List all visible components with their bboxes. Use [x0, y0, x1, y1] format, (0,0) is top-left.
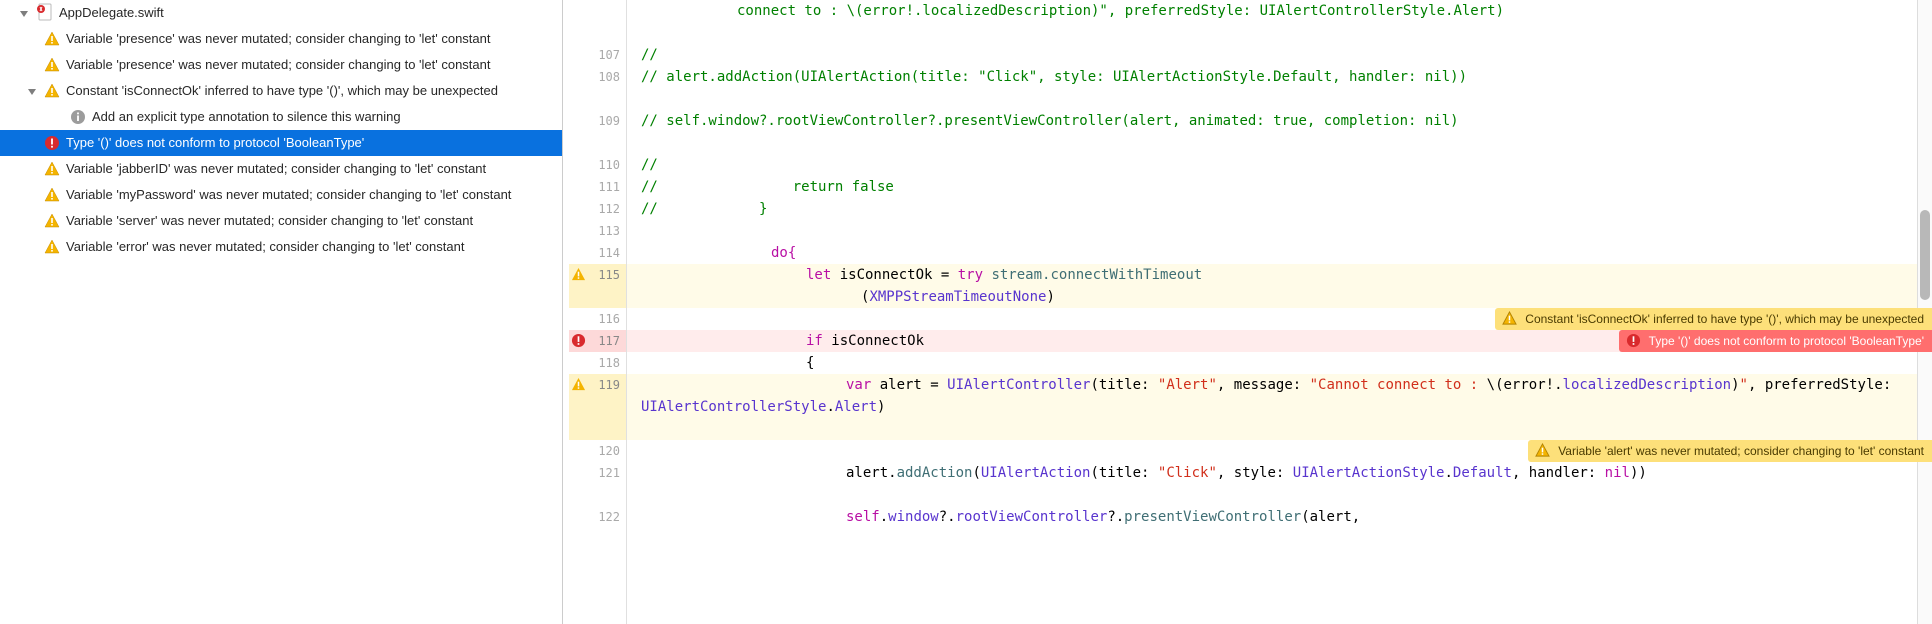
issue-text: Variable 'presence' was never mutated; c… — [66, 29, 562, 49]
error-icon — [1626, 333, 1641, 348]
issue-row-warning[interactable]: Constant 'isConnectOk' inferred to have … — [0, 78, 562, 104]
warning-icon — [44, 57, 60, 73]
issue-text: Variable 'jabberID' was never mutated; c… — [66, 159, 562, 179]
error-icon — [44, 135, 60, 151]
line-number: 121 — [569, 462, 626, 506]
issue-text: Type '()' does not conform to protocol '… — [66, 133, 562, 153]
inline-warning-banner[interactable]: Constant 'isConnectOk' inferred to have … — [1495, 308, 1932, 330]
issue-row-info[interactable]: Add an explicit type annotation to silen… — [0, 104, 562, 130]
issue-text: Variable 'presence' was never mutated; c… — [66, 55, 562, 75]
line-number: 120 — [569, 440, 626, 462]
disclosure-triangle-icon[interactable] — [26, 84, 40, 98]
warning-icon — [44, 239, 60, 255]
issue-row-warning[interactable]: Variable 'presence' was never mutated; c… — [0, 52, 562, 78]
issue-row-error[interactable]: Type '()' does not conform to protocol '… — [0, 130, 562, 156]
warning-icon — [1535, 443, 1550, 458]
line-number: 108 — [569, 66, 626, 110]
inline-issue-text: Variable 'alert' was never mutated; cons… — [1558, 440, 1924, 462]
warning-icon — [44, 161, 60, 177]
file-name: AppDelegate.swift — [59, 3, 562, 23]
swift-file-error-icon — [36, 3, 54, 21]
issue-text: Variable 'myPassword' was never mutated;… — [66, 185, 562, 205]
scrollbar-thumb[interactable] — [1920, 210, 1930, 300]
line-number: 107 — [569, 44, 626, 66]
file-row[interactable]: AppDelegate.swift — [0, 0, 562, 26]
line-number: 115 — [569, 264, 626, 308]
inline-error-banner[interactable]: Type '()' does not conform to protocol '… — [1619, 330, 1932, 352]
line-number: 119 — [569, 374, 626, 440]
inline-issue-text: Type '()' does not conform to protocol '… — [1649, 330, 1924, 352]
issue-text: Variable 'error' was never mutated; cons… — [66, 237, 562, 257]
inline-warning-banner[interactable]: Variable 'alert' was never mutated; cons… — [1528, 440, 1932, 462]
inline-issue-text: Constant 'isConnectOk' inferred to have … — [1525, 308, 1924, 330]
warning-icon — [44, 213, 60, 229]
line-number-gutter[interactable]: 107 108 109 110 111 112 113 114 115 116 … — [569, 0, 627, 624]
line-number: 110 — [569, 154, 626, 176]
warning-icon — [571, 267, 586, 282]
line-number: 109 — [569, 110, 626, 154]
warning-icon — [1502, 311, 1517, 326]
disclosure-triangle-icon[interactable] — [18, 6, 32, 20]
issue-text: Variable 'server' was never mutated; con… — [66, 211, 562, 231]
line-number: 122 — [569, 506, 626, 528]
issue-row-warning[interactable]: Variable 'myPassword' was never mutated;… — [0, 182, 562, 208]
warning-icon — [44, 31, 60, 47]
issue-text: Constant 'isConnectOk' inferred to have … — [66, 81, 562, 101]
issue-row-warning[interactable]: Variable 'jabberID' was never mutated; c… — [0, 156, 562, 182]
error-icon — [571, 333, 586, 348]
line-number: 112 — [569, 198, 626, 220]
issue-row-warning[interactable]: Variable 'error' was never mutated; cons… — [0, 234, 562, 260]
line-number: 118 — [569, 352, 626, 374]
line-number: 116 — [569, 308, 626, 330]
info-icon — [70, 109, 86, 125]
issue-text: Add an explicit type annotation to silen… — [92, 107, 562, 127]
line-number: 111 — [569, 176, 626, 198]
issue-row-warning[interactable]: Variable 'server' was never mutated; con… — [0, 208, 562, 234]
line-number: 117 — [569, 330, 626, 352]
issue-row-warning[interactable]: Variable 'presence' was never mutated; c… — [0, 26, 562, 52]
warning-icon — [44, 83, 60, 99]
warning-icon — [44, 187, 60, 203]
code-body[interactable]: connect to : \(error!.localizedDescripti… — [627, 0, 1932, 624]
line-number: 113 — [569, 220, 626, 242]
warning-icon — [571, 377, 586, 392]
source-editor: 107 108 109 110 111 112 113 114 115 116 … — [569, 0, 1932, 624]
issue-navigator: AppDelegate.swift Variable 'presence' wa… — [0, 0, 563, 624]
line-number: 114 — [569, 242, 626, 264]
